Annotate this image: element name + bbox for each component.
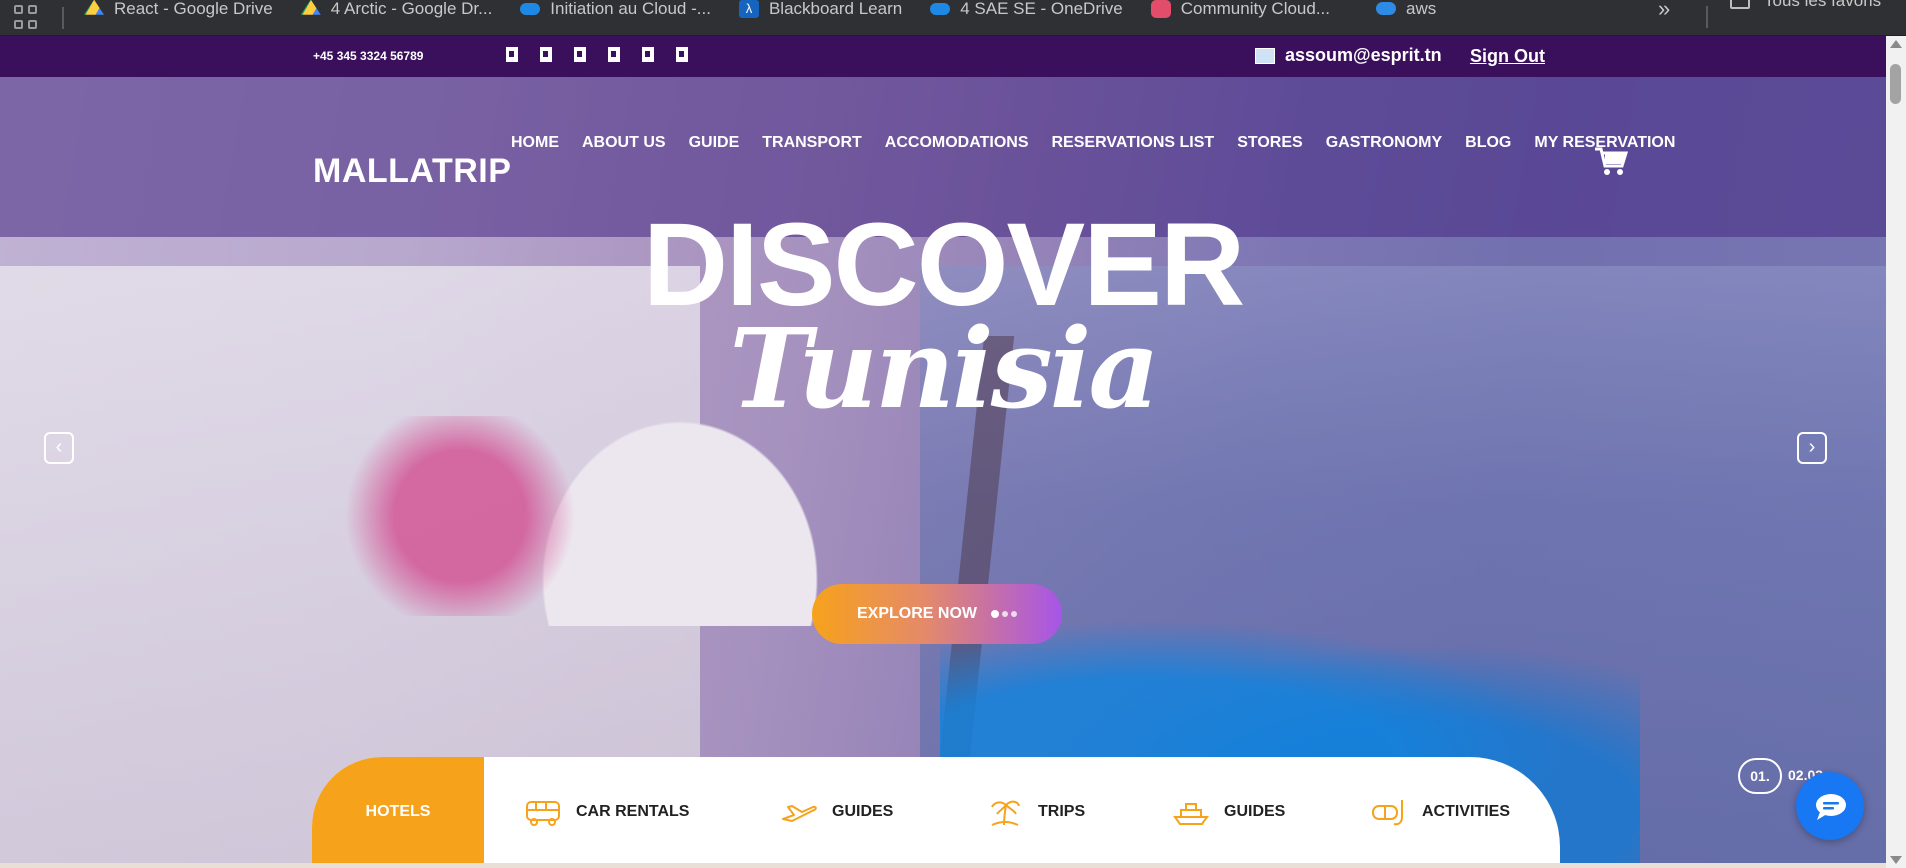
linkedin-icon[interactable] <box>608 47 620 62</box>
bus-icon <box>526 801 560 826</box>
social-links <box>506 47 688 62</box>
tab-guides-cruise[interactable]: GUIDES <box>1172 757 1285 863</box>
chat-bubble-icon <box>1816 794 1846 820</box>
nav-guide[interactable]: GUIDE <box>689 134 740 152</box>
scroll-thumb[interactable] <box>1890 64 1901 104</box>
bookmark-sae-onedrive[interactable]: 4 SAE SE - OneDrive <box>930 0 1123 19</box>
nav-blog[interactable]: BLOG <box>1465 134 1511 152</box>
slider-next-button[interactable]: › <box>1797 432 1827 464</box>
blackboard-icon: λ <box>738 0 759 18</box>
page-bottom-edge <box>0 863 1886 868</box>
user-info: assoum@esprit.tn <box>1255 45 1442 66</box>
bookmark-label: Community Cloud... <box>1180 0 1331 18</box>
youtube-icon[interactable] <box>642 47 654 62</box>
user-email: assoum@esprit.tn <box>1285 45 1442 65</box>
onedrive-icon <box>930 2 951 15</box>
bookmark-label: Blackboard Learn <box>768 0 903 18</box>
tab-car-rentals[interactable]: CAR RENTALS <box>524 757 689 863</box>
bookmarks-separator <box>62 6 64 29</box>
tab-label: GUIDES <box>832 803 894 820</box>
instagram-icon[interactable] <box>574 47 586 62</box>
slide-indicator-current[interactable]: 01. <box>1738 758 1782 794</box>
bookmark-community-cloud[interactable]: Community Cloud... <box>1150 0 1331 19</box>
google-drive-icon <box>300 0 321 15</box>
tab-activities[interactable]: ACTIVITIES <box>1370 757 1510 863</box>
bookmark-initiation-cloud[interactable]: Initiation au Cloud -... <box>520 0 711 19</box>
nav-stores[interactable]: STORES <box>1237 134 1303 152</box>
tab-hotels[interactable]: HOTELS <box>312 757 484 863</box>
tab-label: ACTIVITIES <box>1422 803 1511 820</box>
chat-button[interactable] <box>1796 772 1864 840</box>
nav-about-us[interactable]: ABOUT US <box>582 134 666 152</box>
bookmark-arctic-drive[interactable]: 4 Arctic - Google Dr... <box>300 0 493 19</box>
nav-reservations-list[interactable]: RESERVATIONS LIST <box>1052 134 1215 152</box>
community-icon <box>1150 0 1171 18</box>
dots-icon <box>991 610 1017 618</box>
folder-icon <box>1730 0 1750 9</box>
scroll-down-icon[interactable] <box>1890 856 1902 864</box>
twitter-icon[interactable] <box>540 47 552 62</box>
tab-label: TRIPS <box>1038 803 1086 820</box>
bookmark-label: Initiation au Cloud -... <box>550 0 711 18</box>
bookmark-label: 4 Arctic - Google Dr... <box>330 0 493 18</box>
top-info-bar: +45 345 3324 56789 assoum@esprit.tn Sign… <box>0 36 1886 77</box>
palm-island-icon <box>991 800 1020 826</box>
all-bookmarks-label: Tous les favoris <box>1764 0 1882 10</box>
hero-subtitle: Tunisia <box>729 304 1160 433</box>
category-tabs: HOTELS CAR RENTALS GUIDES TRIPS GUIDES A… <box>312 757 1560 863</box>
nav-accomodations[interactable]: ACCOMODATIONS <box>885 134 1029 152</box>
all-bookmarks-button[interactable]: Tous les favoris <box>1730 0 1881 11</box>
vertical-scrollbar[interactable] <box>1886 36 1906 868</box>
explore-now-label: EXPLORE NOW <box>856 605 977 622</box>
bookmark-blackboard[interactable]: λ Blackboard Learn <box>738 0 903 19</box>
main-nav: HOME ABOUT US GUIDE TRANSPORT ACCOMODATI… <box>511 134 1698 152</box>
user-avatar <box>1255 47 1275 64</box>
bookmark-label: aws <box>1406 0 1437 18</box>
bookmark-react-drive[interactable]: React - Google Drive <box>84 0 273 19</box>
onedrive-icon <box>520 2 541 15</box>
ship-icon <box>1173 803 1209 825</box>
sign-out-link[interactable]: Sign Out <box>1470 46 1545 67</box>
apps-grid-icon[interactable] <box>14 4 40 31</box>
bookmarks-separator <box>1706 6 1708 28</box>
bookmark-label: React - Google Drive <box>114 0 273 18</box>
nav-transport[interactable]: TRANSPORT <box>762 134 862 152</box>
tab-guides-flights[interactable]: GUIDES <box>780 757 893 863</box>
tab-label: GUIDES <box>1224 803 1286 820</box>
aws-cloud-icon <box>1376 2 1397 15</box>
hero-photo-flowers <box>330 416 590 616</box>
nav-home[interactable]: HOME <box>511 134 559 152</box>
facebook-icon[interactable] <box>506 47 518 62</box>
phone-number: +45 345 3324 56789 <box>313 49 424 63</box>
explore-now-button[interactable]: EXPLORE NOW <box>812 584 1062 644</box>
bookmark-aws[interactable]: aws <box>1376 0 1436 19</box>
bookmark-label: 4 SAE SE - OneDrive <box>960 0 1123 18</box>
diving-mask-icon <box>1372 800 1403 826</box>
google-drive-icon <box>84 0 104 15</box>
tab-label: HOTELS <box>365 803 431 820</box>
bookmarks-bar: React - Google Drive 4 Arctic - Google D… <box>0 0 1906 36</box>
slider-prev-button[interactable]: ‹ <box>44 432 74 464</box>
shopping-cart-icon[interactable] <box>1594 146 1628 176</box>
nav-gastronomy[interactable]: GASTRONOMY <box>1326 134 1442 152</box>
pinterest-icon[interactable] <box>676 47 688 62</box>
tab-trips[interactable]: TRIPS <box>986 757 1085 863</box>
airplane-icon <box>782 805 817 822</box>
tab-label: CAR RENTALS <box>576 803 690 820</box>
scroll-up-icon[interactable] <box>1890 40 1902 48</box>
page-viewport: +45 345 3324 56789 assoum@esprit.tn Sign… <box>0 36 1886 863</box>
more-bookmarks-icon[interactable]: » <box>1658 0 1670 22</box>
site-logo[interactable]: MALLATRIP <box>313 152 511 191</box>
